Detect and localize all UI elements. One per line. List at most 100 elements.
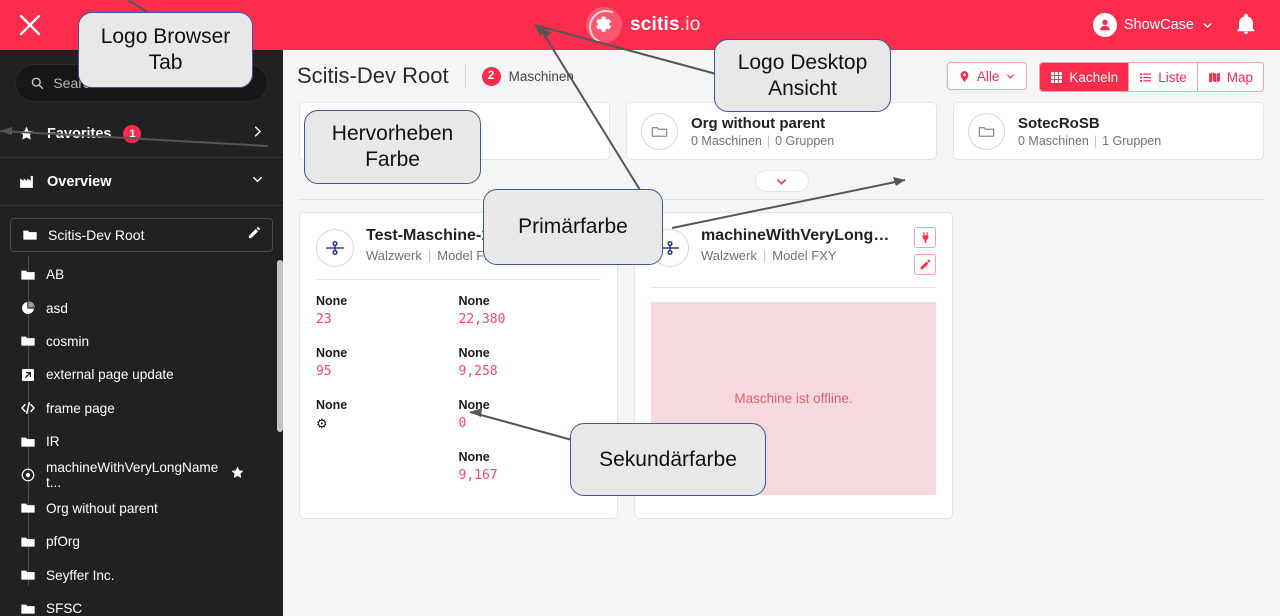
overview-label: Overview [47,173,112,190]
map-icon [1208,71,1220,83]
tree-item[interactable]: Org without parent [0,492,283,525]
tree-item[interactable]: external page update [0,358,283,391]
machine-name: machineWithVeryLongN... [701,227,891,244]
machine-metric: None 95 [316,346,459,379]
tree-item[interactable]: IR [0,425,283,458]
user-menu[interactable]: ShowCase [1092,12,1214,38]
callout-primaerfarbe: Primärfarbe [483,189,663,265]
org-card-name: Org without parent [691,114,826,132]
machine-metric: None 23 [316,294,459,327]
machine-metric-label: None [316,398,348,412]
machine-metric-label: None [316,346,348,360]
sidebar-item-favorites[interactable]: Favorites 1 [0,110,283,157]
folder-icon [19,600,36,616]
org-card-stats: 0 Maschinen | 0 Gruppen [691,133,835,148]
org-card-text: Org without parent 0 Maschinen | 0 Gruppen [691,115,834,148]
machine-count-label: Maschinen [508,68,574,84]
edit-pencil-icon[interactable] [247,225,262,245]
machine-model: Model FXY [772,248,837,263]
machine-metric-value: 23 [316,312,332,327]
view-mode-map[interactable]: Map [1196,63,1263,91]
org-card-machines: 0 Maschinen [691,133,762,148]
callout-sekundaerfarbe: Sekundärfarbe [570,423,766,496]
tree-item[interactable]: frame page [0,392,283,425]
view-mode-kacheln[interactable]: Kacheln [1040,63,1129,91]
power-plug-icon[interactable] [914,227,936,248]
view-mode-liste[interactable]: Liste [1128,63,1197,91]
folder-icon [21,227,38,244]
view-mode-kacheln-label: Kacheln [1069,69,1119,85]
machine-tile-titles: Test-Maschine-1 Walzwerk | Model FXY [366,227,502,263]
machine-subtitle: Walzwerk | Model FXY [701,248,837,263]
factory-icon [18,173,35,190]
machine-kv-grid: None 23 None 95 None ⚙ None 22,380 None 9,258 Non… [316,294,601,502]
collapse-toggle-button[interactable] [754,170,809,192]
chevron-right-icon [250,124,265,144]
tree-item-label: external page update [46,367,174,383]
callout-text: Hervorheben Farbe [331,122,454,171]
machine-metric: None 22,380 [459,294,602,327]
tree-item-label: IR [46,434,60,450]
tree-item[interactable]: pfOrg [0,525,283,558]
folder-outline-icon [968,112,1005,150]
sidebar-item-overview[interactable]: Overview [0,158,283,205]
tree-item-label: asd [46,300,68,316]
callout-text: Sekundärfarbe [599,447,737,471]
folder-icon [19,266,36,283]
folder-icon [19,433,36,450]
tree-item[interactable]: SFSC [0,592,283,616]
machine-name: Test-Maschine-1 [366,227,491,244]
chevron-down-icon [250,172,265,192]
tree-item[interactable]: asd [0,291,283,324]
filter-all-button[interactable]: Alle [946,62,1028,90]
notification-bell-icon[interactable] [1234,12,1258,41]
org-card-machines: 0 Maschinen [1018,133,1089,148]
brand-name: scitis [630,14,680,35]
machine-metric-label: None [458,398,490,412]
machine-tile-titles: machineWithVeryLongN... Walzwerk | Model F… [701,227,891,263]
machine-kv-left-column: None 23 None 95 None ⚙ [316,294,459,502]
org-card-stats: 0 Maschinen | 1 Gruppen [1018,133,1162,148]
tree-item[interactable]: machineWithVeryLongName t... [0,458,283,491]
tree-item[interactable]: Seyffer Inc. [0,559,283,592]
machine-type: Walzwerk [701,248,757,263]
folder-outline-icon [641,112,678,150]
machine-tile-row: Test-Maschine-1 Walzwerk | Model FXY None 2… [283,200,1280,519]
tree-item-label: frame page [46,400,115,416]
callout-logo-desktop-ansicht: Logo Desktop Ansicht [714,39,891,112]
header-divider [464,64,466,88]
machine-metric-label: None [458,346,490,360]
brand-text: scitis.io [630,14,700,36]
tree-item-root[interactable]: Scitis-Dev Root [10,218,273,252]
org-card-groups: 0 Gruppen [775,133,835,148]
tree-item-label: cosmin [46,333,90,349]
machine-metric-value: 9,258 [458,364,498,379]
tile-rule [651,287,936,288]
tile-rule [316,279,601,280]
location-pin-icon [960,70,969,82]
favorites-label: Favorites [47,125,112,142]
search-icon [31,77,44,90]
callout-text: Logo Desktop Ansicht [737,50,868,100]
external-link-icon [19,366,36,383]
folder-icon [19,533,36,550]
machine-tile-actions [914,227,936,275]
tree-item-label: SFSC [46,601,83,616]
tree-item[interactable]: AB [0,258,283,291]
machine-metric: None 9,258 [459,346,602,379]
edit-pencil-icon[interactable] [914,254,936,275]
pie-chart-icon [19,300,36,317]
callout-logo-browser-tab: Logo Browser Tab [78,12,253,88]
user-name-label: ShowCase [1123,17,1194,33]
tree-item-label: machineWithVeryLongName t... [46,460,219,491]
org-card[interactable]: SotecRoSB 0 Maschinen | 1 Gruppen [953,102,1264,160]
tree-item[interactable]: cosmin [0,325,283,358]
grid-icon [1051,71,1063,83]
machine-dot-icon [19,467,36,484]
machine-icon [316,229,354,267]
close-icon[interactable] [14,9,46,41]
machine-metric-value: ⚙ [316,416,328,431]
view-mode-map-label: Map [1226,69,1253,85]
star-icon[interactable] [230,465,245,485]
gear-logo-icon [586,7,622,43]
